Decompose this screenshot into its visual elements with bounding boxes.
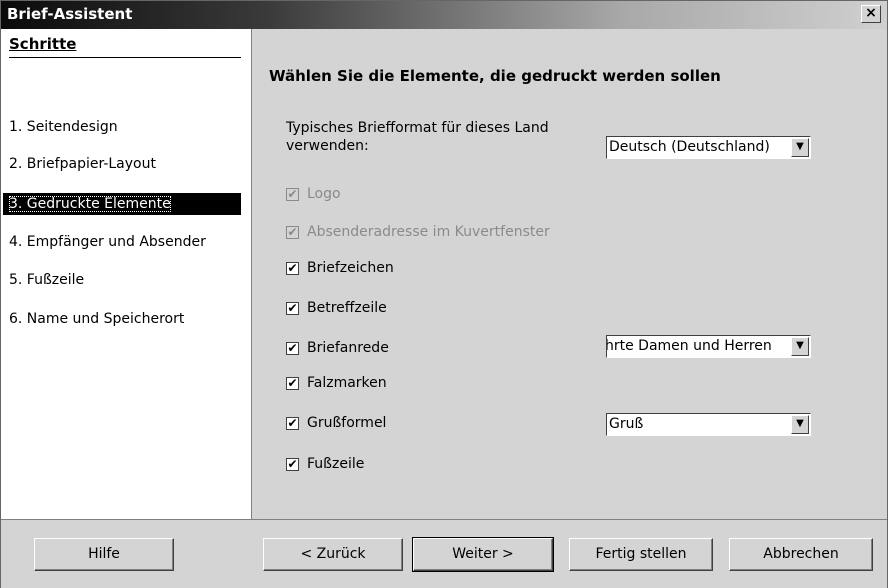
checkbox-icon[interactable]: ✔ (286, 376, 299, 390)
checkbox-icon[interactable]: ✔ (286, 416, 299, 430)
country-format-value: Deutsch (Deutschland) (609, 139, 770, 155)
closing-value: Gruß (609, 416, 644, 432)
step-seitendesign[interactable]: 1. Seitendesign (3, 116, 241, 138)
checkbox-icon[interactable]: ✔ (286, 261, 299, 275)
checkbox-betreffzeile[interactable]: ✔ Betreffzeile (286, 298, 387, 318)
cancel-button[interactable]: Abbrechen (729, 538, 873, 571)
checkbox-icon[interactable]: ✔ (286, 457, 299, 471)
close-button[interactable]: × (861, 5, 881, 23)
closing-select[interactable]: Gruß ▼ (606, 413, 811, 436)
next-button[interactable]: Weiter > (412, 537, 554, 572)
checkbox-logo[interactable]: ✔ Logo (286, 184, 341, 204)
steps-divider (9, 57, 241, 58)
step-gedruckte-elemente[interactable]: 3. Gedruckte Elemente (3, 193, 241, 215)
checkbox-fusszeile[interactable]: ✔ Fußzeile (286, 454, 364, 474)
salutation-select[interactable]: hrte Damen und Herren ▼ (606, 335, 811, 358)
country-format-select[interactable]: Deutsch (Deutschland) ▼ (606, 136, 811, 159)
dialog-window: Brief-Assistent × Schritte 1. Seitendesi… (0, 0, 888, 588)
step-fusszeile[interactable]: 5. Fußzeile (3, 269, 241, 291)
title-bar[interactable]: Brief-Assistent × (1, 1, 887, 29)
checkbox-absenderadresse[interactable]: ✔ Absenderadresse im Kuvertfenster (286, 222, 550, 242)
format-label-line2: verwenden: (286, 138, 369, 154)
help-button[interactable]: Hilfe (34, 538, 174, 571)
window-title: Brief-Assistent (7, 5, 133, 23)
checkbox-icon[interactable]: ✔ (286, 187, 299, 201)
steps-header: Schritte (9, 35, 77, 53)
salutation-value: hrte Damen und Herren (606, 338, 772, 354)
step-empfaenger-absender[interactable]: 4. Empfänger und Absender (3, 231, 241, 253)
checkbox-grussformel[interactable]: ✔ Grußformel (286, 413, 386, 433)
checkbox-icon[interactable]: ✔ (286, 225, 299, 239)
chevron-down-icon[interactable]: ▼ (791, 138, 809, 157)
chevron-down-icon[interactable]: ▼ (791, 415, 809, 434)
close-icon: × (865, 5, 877, 21)
step-name-speicherort[interactable]: 6. Name und Speicherort (3, 308, 241, 330)
checkbox-briefanrede[interactable]: ✔ Briefanrede (286, 338, 389, 358)
finish-button[interactable]: Fertig stellen (569, 538, 713, 571)
checkbox-falzmarken[interactable]: ✔ Falzmarken (286, 373, 387, 393)
page-heading: Wählen Sie die Elemente, die gedruckt we… (269, 67, 721, 85)
format-label: Typisches Briefformat für dieses Land (286, 120, 549, 136)
checkbox-icon[interactable]: ✔ (286, 301, 299, 315)
checkbox-icon[interactable]: ✔ (286, 341, 299, 355)
back-button[interactable]: < Zurück (263, 538, 403, 571)
chevron-down-icon[interactable]: ▼ (791, 337, 809, 356)
checkbox-briefzeichen[interactable]: ✔ Briefzeichen (286, 258, 394, 278)
step-briefpapier-layout[interactable]: 2. Briefpapier-Layout (3, 153, 241, 175)
